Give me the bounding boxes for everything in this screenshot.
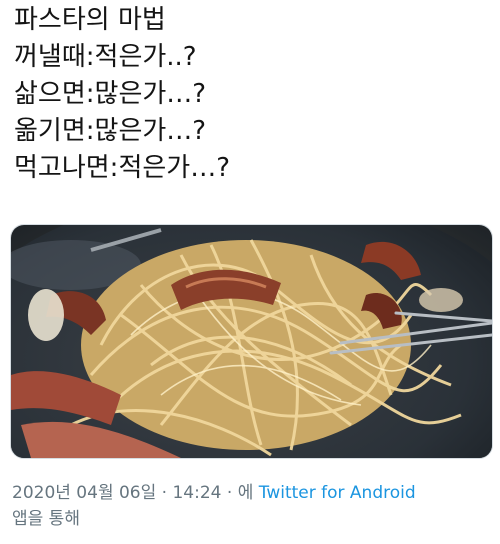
tweet-photo[interactable] <box>10 224 493 459</box>
pasta-photo-icon <box>11 225 492 458</box>
tweet-line-title: 파스타의 마법 <box>14 5 166 35</box>
tweet-line-take-out: 꺼낼때:적은가..? <box>14 42 197 72</box>
tweet-date[interactable]: 2020년 04월 06일 <box>12 483 156 503</box>
tweet-text: 파스타의 마법 꺼낼때:적은가..? 삶으면:많은가…? 옮기면:많은가…? 먹… <box>14 2 484 187</box>
tweet-line-boil: 삶으면:많은가…? <box>14 79 207 109</box>
tweet-line-move: 옮기면:많은가…? <box>14 116 207 146</box>
source-suffix: 앱을 통해 <box>12 509 80 529</box>
separator-dot: · <box>156 483 173 503</box>
source-app-link[interactable]: Twitter for Android <box>259 483 416 503</box>
via-prefix: · 에 <box>221 483 259 503</box>
tweet-time[interactable]: 14:24 <box>172 483 221 503</box>
tweet-metadata: 2020년 04월 06일 · 14:24 · 에 Twitter for An… <box>12 480 492 532</box>
tweet-line-eat: 먹고나면:적은가…? <box>14 153 230 183</box>
